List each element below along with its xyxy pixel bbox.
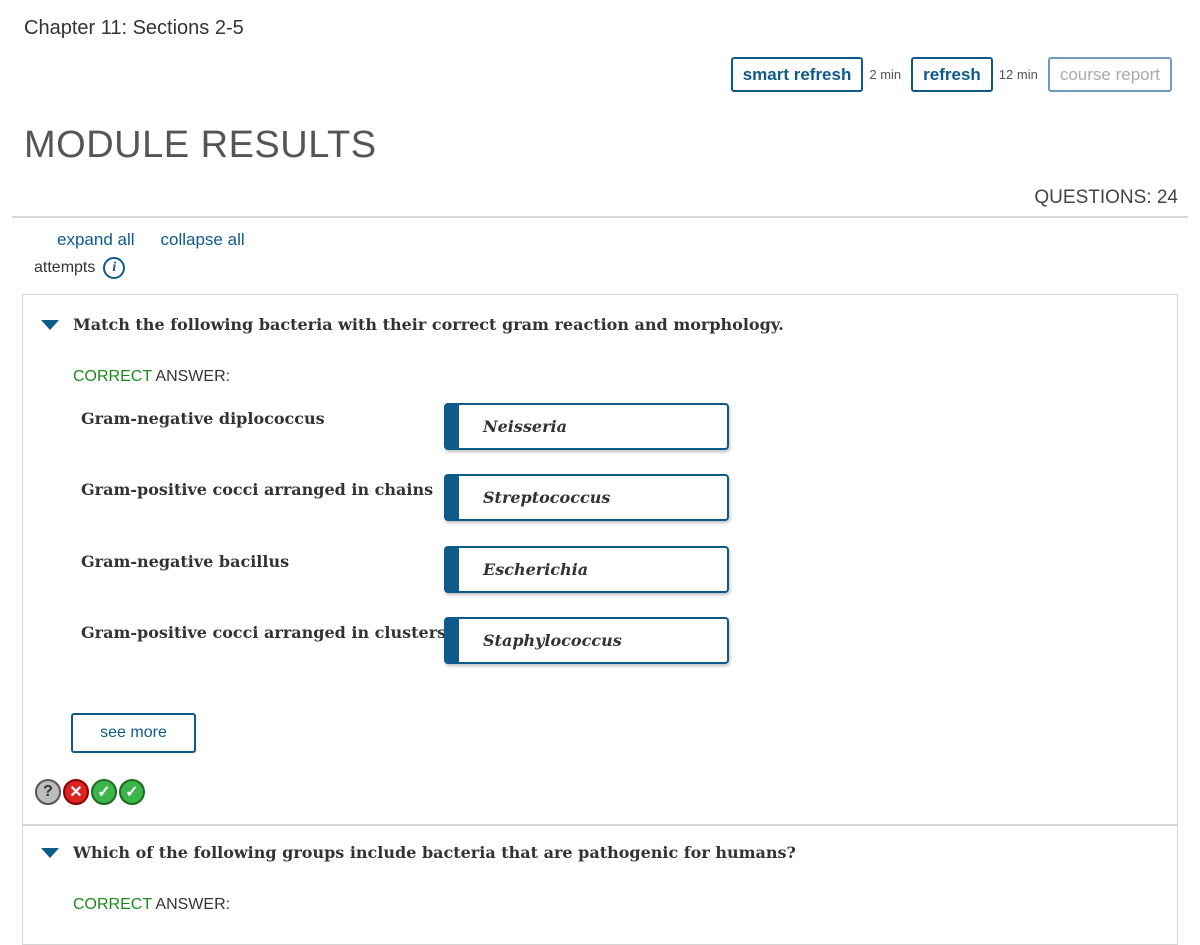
correct-answer-label: CORRECT ANSWER: (73, 368, 230, 386)
toolbar: smart refresh 2 min refresh 12 min cours… (730, 57, 1172, 92)
question-header[interactable]: Which of the following groups include ba… (41, 843, 796, 862)
correct-answer-label: CORRECT ANSWER: (73, 896, 230, 914)
questions-count: QUESTIONS: 24 (1034, 187, 1178, 208)
caret-down-icon[interactable] (41, 319, 59, 330)
course-report-button[interactable]: course report (1047, 57, 1172, 92)
question-panel: Which of the following groups include ba… (22, 825, 1178, 945)
match-answer-box: Staphylococcus (444, 617, 729, 664)
answer-word: ANSWER: (151, 368, 231, 385)
question-text: Which of the following groups include ba… (73, 843, 796, 862)
smart-refresh-time: 2 min (869, 67, 902, 82)
answer-word: ANSWER: (151, 896, 231, 913)
smart-refresh-button[interactable]: smart refresh (730, 57, 864, 92)
match-label: Gram-positive cocci arranged in clusters (81, 623, 447, 642)
attempts-label: attempts (34, 259, 96, 276)
attempt-icons: ? ✕ ✓ ✓ (35, 779, 145, 805)
chapter-title: Chapter 11: Sections 2-5 (24, 17, 244, 39)
attempts-legend: attempts i (34, 257, 126, 279)
see-more-button[interactable]: see more (71, 713, 196, 753)
collapse-all-link[interactable]: collapse all (161, 230, 245, 250)
match-answer-box: Escherichia (444, 546, 729, 593)
correct-word: CORRECT (73, 368, 152, 385)
question-mark-icon: ? (35, 779, 61, 805)
x-circle-icon: ✕ (63, 779, 89, 805)
caret-down-icon[interactable] (41, 847, 59, 858)
check-circle-icon: ✓ (91, 779, 117, 805)
match-answer-box: Streptococcus (444, 474, 729, 521)
divider (12, 216, 1188, 218)
expand-all-link[interactable]: expand all (57, 230, 135, 250)
question-text: Match the following bacteria with their … (73, 315, 784, 334)
match-label: Gram-negative bacillus (81, 552, 290, 571)
question-header[interactable]: Match the following bacteria with their … (41, 315, 784, 334)
match-answer-box: Neisseria (444, 403, 729, 450)
question-panel: Match the following bacteria with their … (22, 294, 1178, 825)
refresh-time: 12 min (998, 67, 1038, 82)
refresh-button[interactable]: refresh (911, 57, 993, 92)
expand-collapse-links: expand all collapse all (57, 230, 245, 250)
match-label: Gram-negative diplococcus (81, 409, 325, 428)
page-title: MODULE RESULTS (24, 124, 377, 166)
match-label: Gram-positive cocci arranged in chains (81, 480, 434, 499)
info-icon[interactable]: i (103, 257, 126, 279)
check-circle-icon: ✓ (119, 779, 145, 805)
correct-word: CORRECT (73, 896, 152, 913)
